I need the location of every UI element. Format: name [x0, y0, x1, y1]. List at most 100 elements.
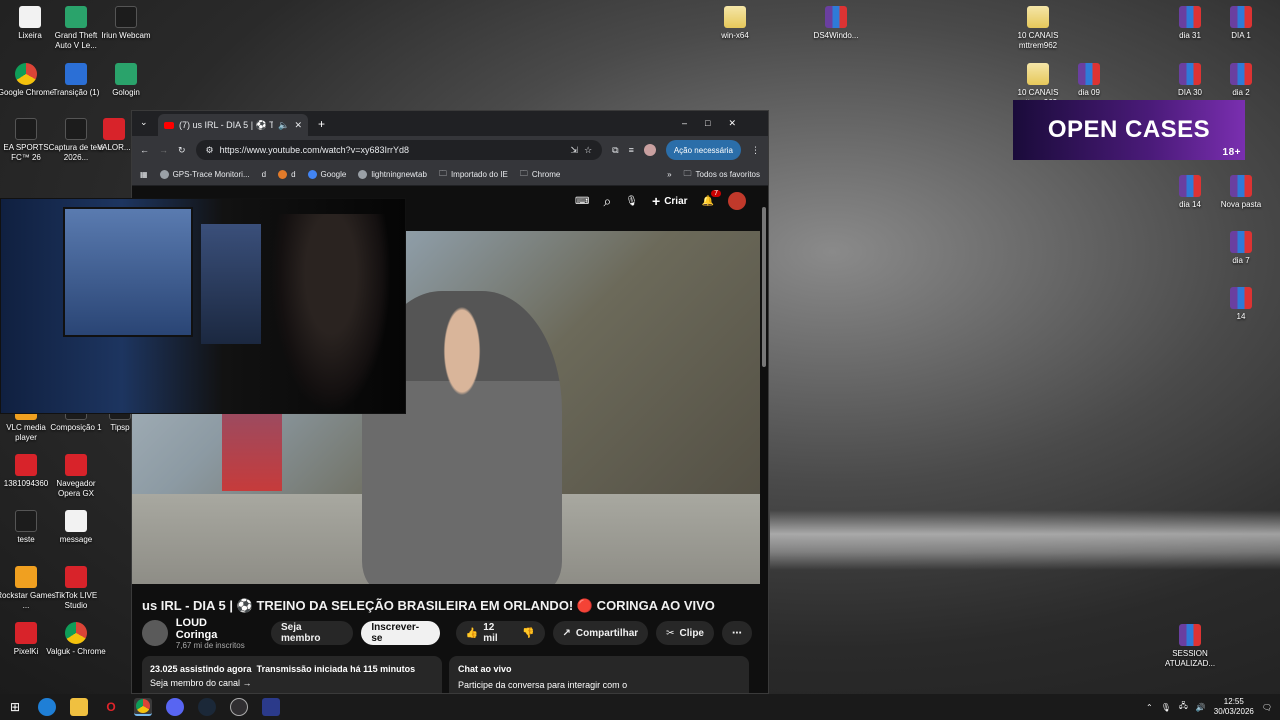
- tab-close-icon[interactable]: ✕: [294, 120, 302, 131]
- desktop-icon-nova-pasta[interactable]: Nova pasta: [1211, 175, 1271, 210]
- install-icon[interactable]: ⇲: [571, 145, 579, 156]
- all-bookmarks[interactable]: 🗀 Todos os favoritos: [684, 168, 760, 182]
- site-info-icon[interactable]: ⚙: [206, 145, 214, 156]
- active-tab[interactable]: (7) us IRL - DIA 5 | ⚽ TRE 🔈 ✕: [158, 114, 308, 136]
- rar-icon: [1230, 175, 1252, 197]
- bookmark-star-icon[interactable]: ☆: [584, 145, 592, 156]
- bookmark-d2[interactable]: d: [278, 170, 296, 179]
- description-box[interactable]: 23.025 assistindo agora Transmissão inic…: [142, 656, 442, 693]
- mic-icon[interactable]: 🎙: [625, 196, 638, 207]
- page-scrollbar[interactable]: [762, 207, 766, 367]
- channel-avatar[interactable]: [142, 620, 168, 646]
- url-omnibox[interactable]: ⚙ https://www.youtube.com/watch?v=xy683I…: [195, 140, 603, 160]
- share-button[interactable]: ↗ Compartilhar: [552, 621, 649, 645]
- notification-count: 7: [711, 189, 721, 197]
- steam-icon[interactable]: [198, 698, 216, 716]
- clip-button[interactable]: ✂ Clipe: [656, 621, 714, 645]
- new-tab-icon[interactable]: +: [318, 117, 325, 131]
- folder-icon: [1027, 63, 1049, 85]
- desktop-icon-valorant[interactable]: VALOR...: [94, 118, 134, 153]
- webcam-icon: [115, 6, 137, 28]
- more-bookmarks-icon[interactable]: »: [667, 170, 671, 179]
- windows-start-icon[interactable]: ⊞: [6, 698, 24, 716]
- bookmarks-bar: ▦ GPS-Trace Monitori... d d Google light…: [132, 164, 768, 186]
- member-link[interactable]: Seja membro do canal →: [150, 678, 434, 688]
- thumbs-down-icon[interactable]: 👎: [522, 628, 534, 639]
- desktop-icon-tiktok[interactable]: TikTok LIVE Studio: [46, 566, 106, 611]
- bookmark-gps[interactable]: GPS-Trace Monitori...: [159, 170, 250, 179]
- edge-icon[interactable]: [38, 698, 56, 716]
- file-icon: [65, 63, 87, 85]
- keyboard-icon[interactable]: ⌨: [575, 196, 589, 207]
- channel-row: LOUD Coringa 7,67 mi de inscritos Seja m…: [142, 617, 752, 650]
- desktop-icon-ds4windows[interactable]: DS4Windo...: [806, 6, 866, 41]
- bookmark-google[interactable]: Google: [307, 170, 346, 179]
- desktop-icon-10canais-1[interactable]: 10 CANAIS mttrem962: [1008, 6, 1068, 51]
- clock[interactable]: 12:55 30/03/2026: [1214, 697, 1254, 717]
- chat-title: Chat ao vivo: [458, 664, 512, 674]
- chrome-taskbar-icon[interactable]: [134, 698, 152, 716]
- network-icon[interactable]: 🖧: [1179, 700, 1188, 714]
- bookmark-chrome[interactable]: 🗀 Chrome: [520, 168, 560, 182]
- desktop-icon-gologin[interactable]: Gologin: [96, 63, 156, 98]
- search-icon[interactable]: ⌕: [603, 193, 611, 210]
- like-button[interactable]: 👍 12 mil 👎: [455, 621, 545, 645]
- rockstar-icon: [15, 566, 37, 588]
- subscriber-count: 7,67 mi de inscritos: [175, 640, 245, 650]
- video-title: us IRL - DIA 5 | ⚽ TREINO DA SELEÇÃO BRA…: [142, 598, 715, 613]
- app-taskbar-icon[interactable]: [262, 698, 280, 716]
- desktop-icon-dia1[interactable]: DIA 1: [1211, 6, 1271, 41]
- volume-icon[interactable]: 🔊: [1196, 703, 1206, 712]
- webcam-overlay: [0, 198, 406, 414]
- tab-bar: ⌄ (7) us IRL - DIA 5 | ⚽ TRE 🔈 ✕ + –□✕: [132, 111, 768, 136]
- notification-center-icon[interactable]: 🗨: [1262, 703, 1272, 712]
- desktop-icon-message[interactable]: message: [46, 510, 106, 545]
- desktop-icon-win-x64[interactable]: win-x64: [705, 6, 765, 41]
- media-icon[interactable]: ≡: [629, 145, 634, 155]
- desktop-icon-opera[interactable]: Navegador Opera GX: [46, 454, 106, 499]
- channel-name[interactable]: LOUD Coringa: [176, 617, 251, 641]
- clock-time: 12:55: [1223, 697, 1244, 706]
- account-avatar[interactable]: [728, 192, 746, 210]
- live-chat-panel[interactable]: Chat ao vivo Participe da conversa para …: [449, 656, 749, 693]
- tray-expand-icon[interactable]: ⌃: [1146, 703, 1153, 712]
- subscribe-button[interactable]: Inscrever-se: [361, 621, 440, 645]
- chrome-icon: [65, 622, 87, 644]
- desktop-icon-14[interactable]: 14: [1211, 287, 1271, 322]
- apps-grid-icon[interactable]: ▦: [140, 170, 148, 179]
- reload-icon[interactable]: ↻: [178, 145, 186, 156]
- image-icon: [65, 118, 87, 140]
- extensions-icon[interactable]: ⧉: [612, 145, 618, 156]
- desktop-icon-session[interactable]: SESSION ATUALIZAD...: [1160, 624, 1220, 669]
- more-actions-button[interactable]: ⋯: [722, 621, 752, 645]
- tab-list-icon[interactable]: ⌄: [140, 117, 148, 128]
- action-needed-button[interactable]: Ação necessária: [665, 140, 741, 160]
- obs-icon[interactable]: [230, 698, 248, 716]
- bookmark-lightning[interactable]: lightningnewtab: [358, 170, 427, 179]
- desktop-icon-dia09[interactable]: dia 09: [1059, 63, 1119, 98]
- back-icon[interactable]: ←: [140, 145, 149, 155]
- file-explorer-icon[interactable]: [70, 698, 88, 716]
- chat-prompt: Participe da conversa para interagir com…: [458, 680, 628, 690]
- menu-icon[interactable]: ⋮: [751, 145, 760, 156]
- microphone-icon[interactable]: 🎙: [1161, 703, 1171, 712]
- channel-info: LOUD Coringa 7,67 mi de inscritos: [176, 617, 251, 650]
- opera-icon[interactable]: O: [102, 698, 120, 716]
- create-button[interactable]: + Criar: [652, 193, 688, 209]
- viewer-count: 23.025 assistindo agora: [150, 664, 252, 674]
- window-controls[interactable]: –□✕: [682, 118, 754, 129]
- easports-icon: [15, 118, 37, 140]
- join-button[interactable]: Seja membro: [270, 621, 354, 645]
- desktop-icon-dia7[interactable]: dia 7: [1211, 231, 1271, 266]
- desktop-icon-dia2[interactable]: dia 2: [1211, 63, 1271, 98]
- bookmark-importado[interactable]: 🗀 Importado do IE: [439, 168, 508, 182]
- notifications-button[interactable]: 🔔 7: [702, 189, 721, 207]
- profile-avatar-icon[interactable]: [643, 144, 656, 156]
- discord-icon[interactable]: [166, 698, 184, 716]
- desktop-icon-iriun[interactable]: Iriun Webcam: [96, 6, 156, 41]
- open-cases-banner[interactable]: OPEN CASES 18+: [1013, 100, 1245, 160]
- audio-icon[interactable]: 🔈: [278, 120, 289, 131]
- desktop-icon-valguk[interactable]: Valguk - Chrome: [46, 622, 106, 657]
- bookmark-d1[interactable]: d: [262, 170, 266, 179]
- forward-icon[interactable]: →: [159, 145, 168, 155]
